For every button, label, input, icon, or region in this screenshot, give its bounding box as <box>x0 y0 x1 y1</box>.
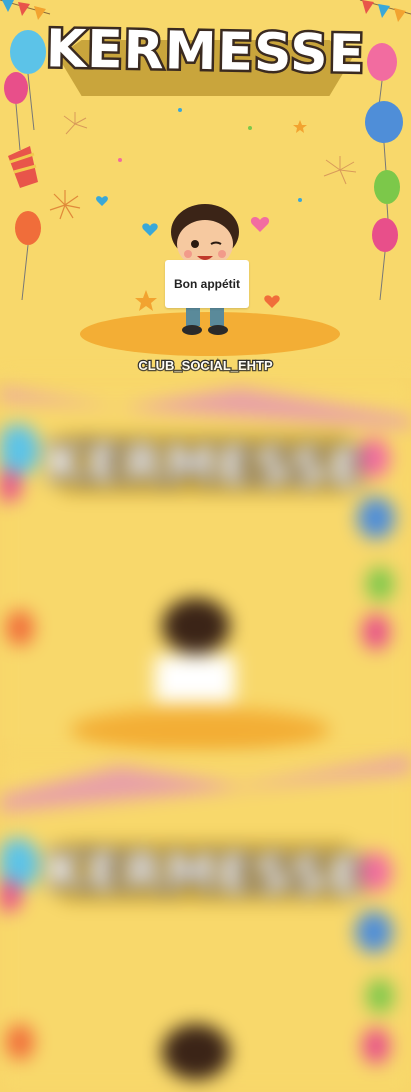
heart-icon <box>96 196 108 206</box>
heart-icon <box>264 295 280 308</box>
poster-panel-blurred-2: KERMESSE <box>0 756 411 1092</box>
party-popper-icon <box>8 146 38 188</box>
blurred-title-2: KERMESSE <box>43 839 368 910</box>
star-icon <box>293 120 307 133</box>
balloon-icon <box>4 72 28 151</box>
blurred-title: KERMESSE <box>43 431 368 502</box>
sign-board: Bon appétit <box>165 260 249 308</box>
poster-title: KERMESSE <box>43 17 368 88</box>
firework-icon <box>63 112 88 135</box>
balloon-icon <box>372 218 398 301</box>
blurred-decorations-2 <box>0 756 411 1080</box>
balloon-icon <box>15 211 41 301</box>
firework-icon <box>323 156 357 185</box>
poster-panel-blurred: KERMESSE CLUB_SOCIAL_EHTP <box>0 378 411 756</box>
poster-panel-sharp: KERMESSE Bon appétit CLUB_SOCIAL_EHTP <box>0 0 411 378</box>
club-name: CLUB_SOCIAL_EHTP <box>137 357 274 375</box>
firework-icon <box>49 190 81 220</box>
